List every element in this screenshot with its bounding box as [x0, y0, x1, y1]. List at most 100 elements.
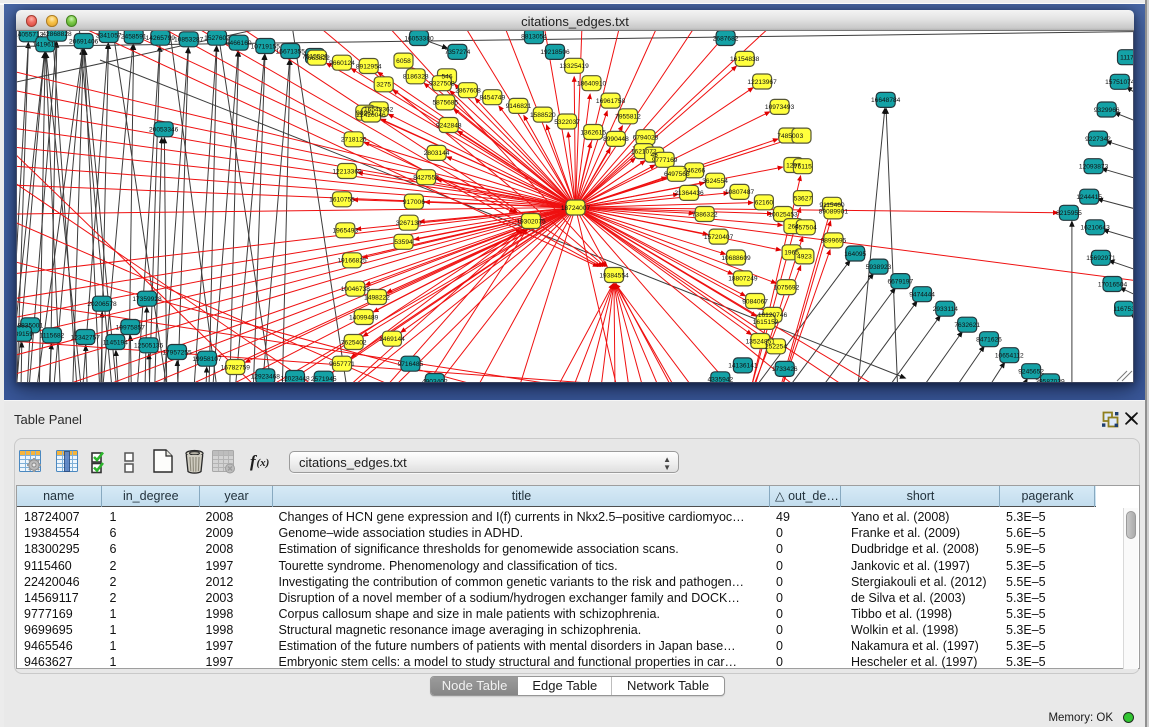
- svg-text:6497568: 6497568: [664, 171, 690, 178]
- svg-text:5875685: 5875685: [432, 100, 458, 107]
- svg-text:1610755: 1610755: [329, 197, 355, 204]
- svg-text:16648784: 16648784: [871, 97, 901, 104]
- svg-text:20053346: 20053346: [149, 127, 179, 134]
- svg-text:3267130: 3267130: [396, 220, 422, 227]
- svg-text:2803144: 2803144: [424, 150, 450, 157]
- svg-text:21364436: 21364436: [674, 190, 704, 197]
- svg-text:1588520: 1588520: [530, 112, 556, 119]
- svg-text:12213967: 12213967: [747, 79, 777, 86]
- svg-text:17016504: 17016504: [1098, 281, 1128, 288]
- svg-text:2571945: 2571945: [311, 376, 337, 383]
- svg-text:5938923: 5938923: [866, 264, 892, 271]
- svg-text:16154838: 16154838: [730, 56, 760, 63]
- svg-text:9227342: 9227342: [1085, 136, 1111, 143]
- svg-text:15751074: 15751074: [1105, 79, 1134, 86]
- svg-text:1362615: 1362615: [580, 129, 606, 136]
- svg-text:12342757: 12342757: [71, 334, 101, 341]
- svg-text:4923: 4923: [797, 254, 812, 261]
- svg-text:917006: 917006: [403, 199, 425, 206]
- svg-text:1965493: 1965493: [332, 228, 358, 235]
- svg-text:10025453: 10025453: [768, 211, 798, 218]
- svg-text:9329966: 9329966: [1094, 107, 1120, 114]
- svg-text:1469144: 1469144: [379, 336, 405, 343]
- svg-text:18807249: 18807249: [728, 276, 758, 283]
- svg-text:39587039: 39587039: [1035, 379, 1065, 383]
- svg-text:2933114: 2933114: [933, 306, 959, 313]
- svg-text:9777169: 9777169: [652, 157, 678, 164]
- svg-text:3: 3: [800, 133, 804, 140]
- svg-text:4903402: 4903402: [422, 378, 448, 383]
- svg-text:9660124: 9660124: [329, 60, 355, 67]
- svg-text:2867608: 2867608: [455, 88, 481, 95]
- svg-text:75115: 75115: [794, 164, 812, 171]
- svg-text:9474444: 9474444: [909, 292, 935, 299]
- svg-text:939159: 939159: [17, 331, 33, 338]
- svg-text:12093873: 12093873: [1079, 164, 1109, 171]
- svg-text:9084067: 9084067: [742, 298, 768, 305]
- svg-text:2687682: 2687682: [713, 35, 739, 42]
- svg-text:8912954: 8912954: [356, 63, 382, 70]
- svg-text:20206578: 20206578: [87, 301, 117, 308]
- svg-text:13325419: 13325419: [559, 63, 589, 70]
- svg-text:12923468: 12923468: [251, 374, 281, 381]
- svg-text:9242848: 9242848: [436, 122, 462, 129]
- svg-text:16671355: 16671355: [276, 48, 306, 55]
- svg-text:10853287: 10853287: [174, 37, 204, 44]
- svg-text:17957255: 17957255: [162, 349, 192, 356]
- svg-text:1117: 1117: [1120, 55, 1134, 62]
- svg-text:9899695: 9899695: [821, 238, 847, 245]
- svg-text:748500: 748500: [777, 133, 799, 140]
- svg-text:14099489: 14099489: [349, 314, 379, 321]
- svg-text:19302075: 19302075: [516, 218, 546, 225]
- svg-text:10046738: 10046738: [341, 286, 371, 293]
- svg-text:7955812: 7955812: [615, 114, 641, 121]
- svg-text:16782759: 16782759: [221, 364, 251, 371]
- svg-text:116753: 116753: [1113, 306, 1134, 313]
- svg-text:1145194: 1145194: [103, 339, 129, 346]
- svg-text:3275: 3275: [376, 82, 391, 89]
- svg-text:7625402: 7625402: [341, 339, 367, 346]
- svg-text:10654112: 10654112: [995, 353, 1024, 360]
- svg-text:252254: 252254: [765, 344, 787, 351]
- svg-text:19958107: 19958107: [192, 356, 222, 363]
- svg-text:18640910: 18640910: [577, 81, 607, 88]
- svg-text:8813054: 8813054: [521, 34, 547, 41]
- svg-text:17359928: 17359928: [132, 296, 162, 303]
- svg-text:1244415: 1244415: [1076, 194, 1102, 201]
- svg-text:89089901: 89089901: [819, 209, 849, 216]
- svg-text:7663822: 7663822: [304, 55, 330, 62]
- svg-text:12023448: 12023448: [280, 375, 310, 382]
- svg-text:8990448: 8990448: [603, 136, 629, 143]
- svg-text:53627: 53627: [794, 195, 813, 202]
- svg-text:6466160: 6466160: [226, 40, 252, 47]
- svg-text:14136141: 14136141: [728, 363, 758, 370]
- svg-text:14055713: 14055713: [17, 32, 44, 39]
- svg-text:957504: 957504: [795, 225, 817, 232]
- svg-text:6058: 6058: [396, 58, 411, 65]
- svg-text:1498222: 1498222: [364, 294, 390, 301]
- svg-text:15720407: 15720407: [704, 234, 734, 241]
- svg-text:8835001: 8835001: [17, 323, 43, 330]
- svg-text:10688609: 10688609: [721, 255, 751, 262]
- svg-text:5322037: 5322037: [554, 119, 580, 126]
- svg-text:7386322: 7386322: [692, 211, 718, 218]
- svg-text:16961758: 16961758: [596, 98, 626, 105]
- svg-text:22420046: 22420046: [356, 112, 386, 119]
- svg-text:19218506: 19218506: [540, 49, 570, 56]
- svg-text:19384554: 19384554: [599, 272, 629, 279]
- svg-text:8215955: 8215955: [1056, 210, 1082, 217]
- svg-text:9657771: 9657771: [329, 361, 355, 368]
- svg-text:9716485: 9716485: [398, 361, 424, 368]
- svg-text:18724007: 18724007: [561, 205, 591, 212]
- svg-text:16120746: 16120746: [758, 312, 788, 319]
- svg-text:1075692: 1075692: [774, 284, 800, 291]
- svg-text:8427552: 8427552: [413, 175, 439, 182]
- svg-text:7357274: 7357274: [445, 49, 471, 56]
- svg-text:53594: 53594: [394, 239, 413, 246]
- svg-text:10807487: 10807487: [725, 189, 755, 196]
- svg-text:6794028: 6794028: [633, 135, 659, 142]
- svg-text:9146821: 9146821: [506, 103, 532, 110]
- svg-text:1733426: 1733426: [772, 366, 798, 373]
- svg-text:7632621: 7632621: [954, 322, 980, 329]
- svg-text:1419610: 1419610: [32, 42, 58, 49]
